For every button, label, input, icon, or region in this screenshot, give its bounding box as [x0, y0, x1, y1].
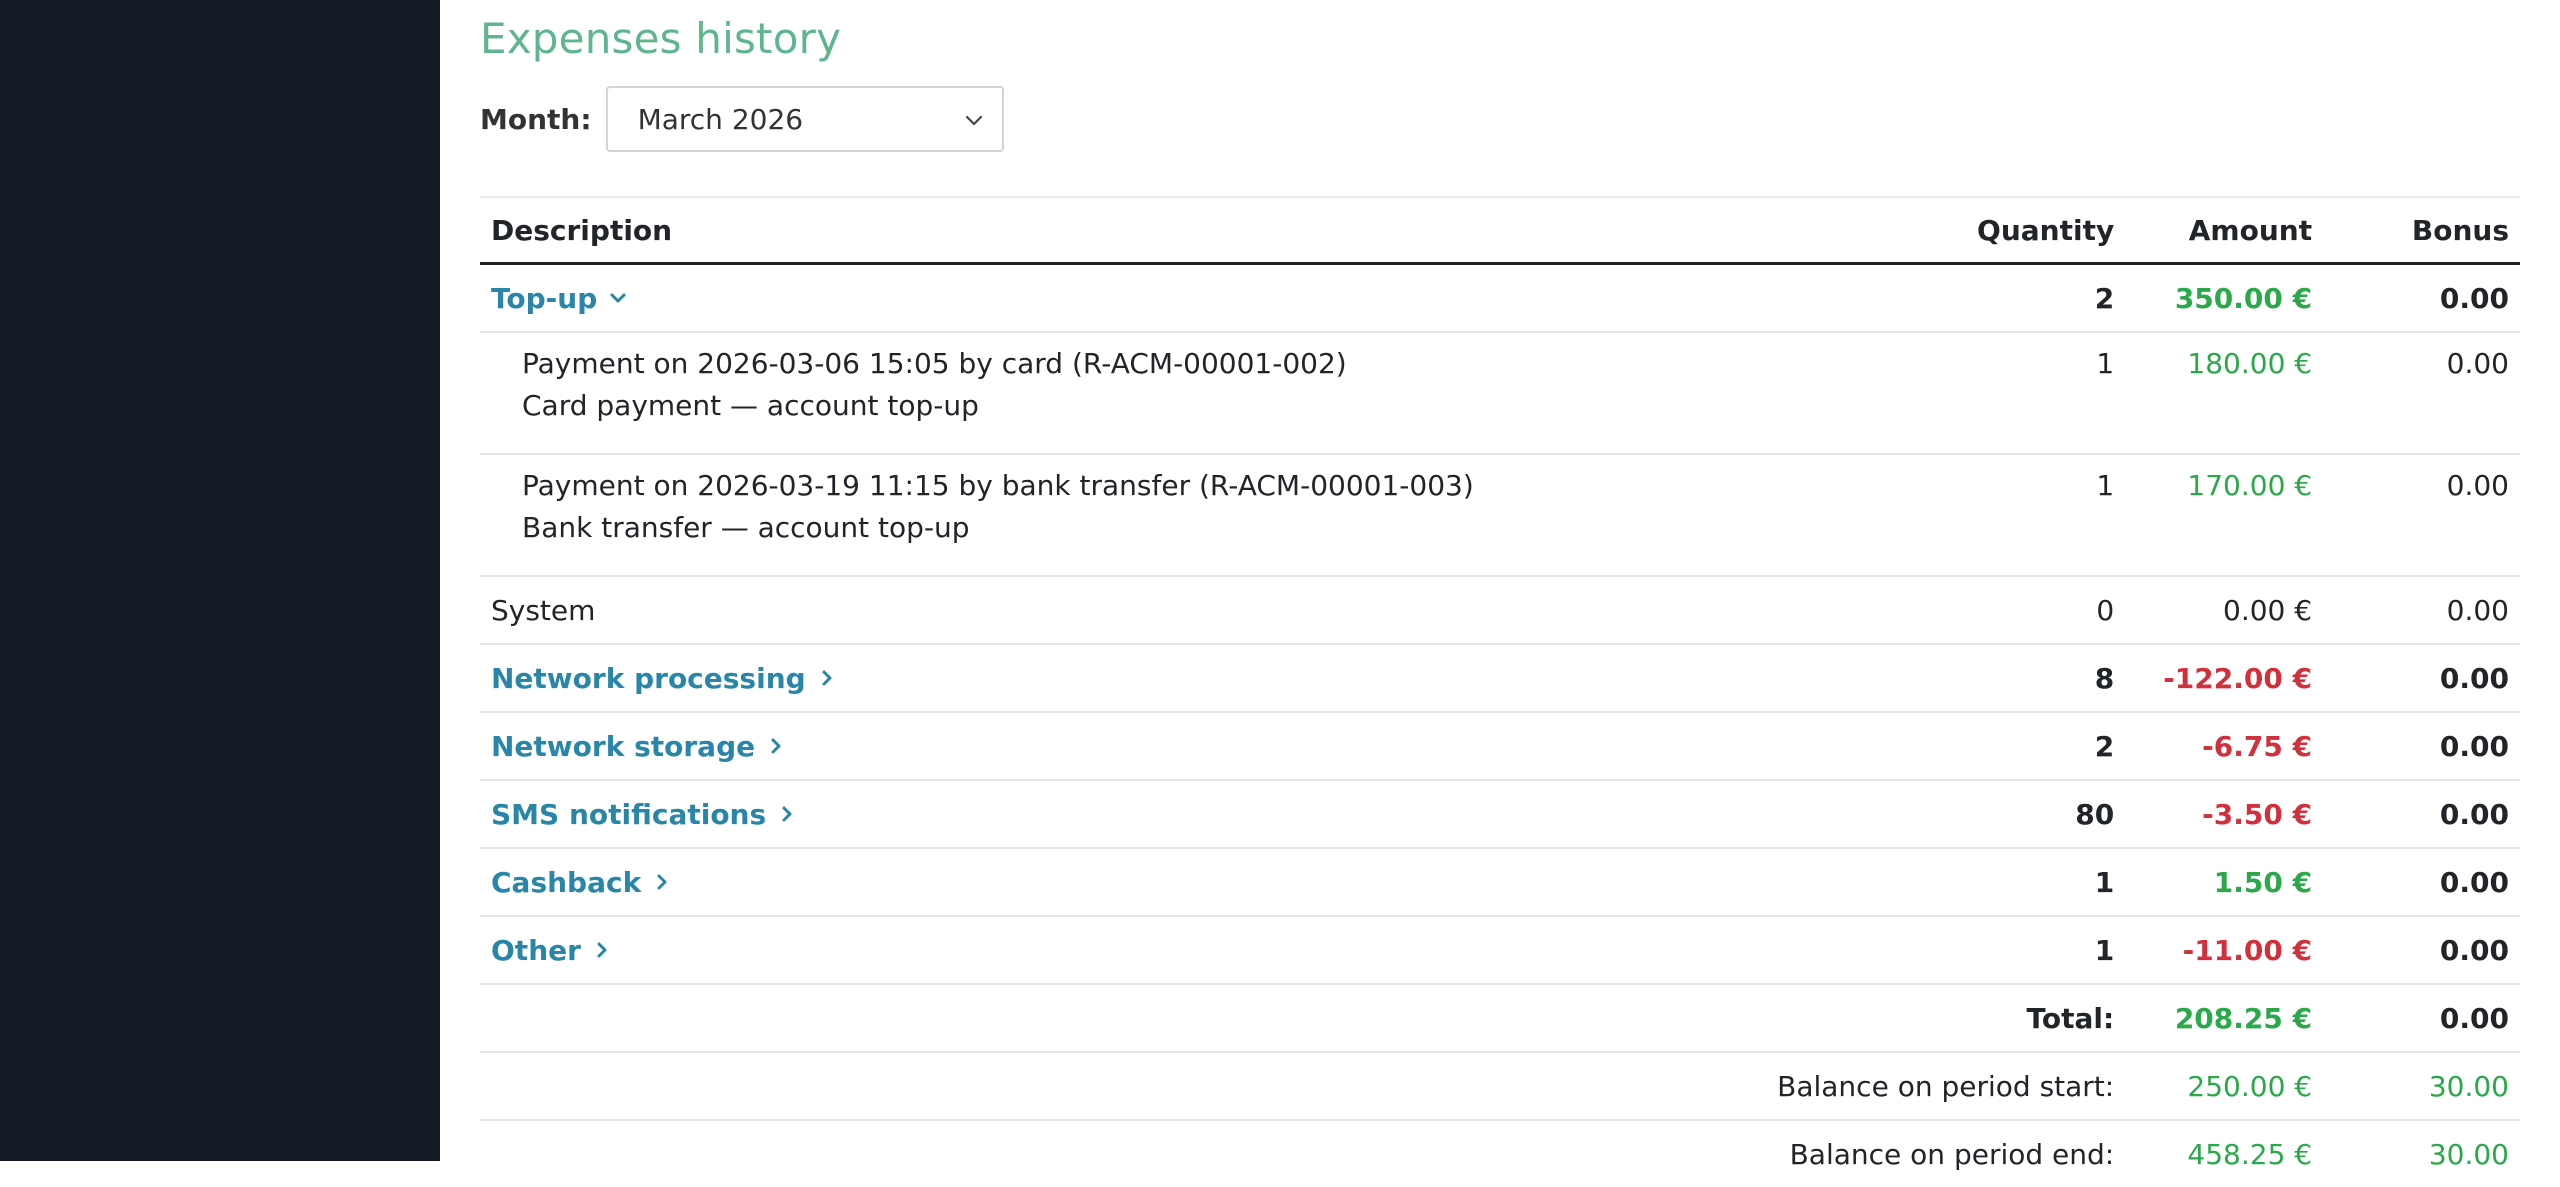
sms-notifications-amount: -3.50 €	[2125, 779, 2324, 848]
topup-quantity: 2	[1926, 262, 2126, 332]
network-storage-amount: -6.75 €	[2125, 711, 2324, 780]
sms-notifications-bonus: 0.00	[2323, 779, 2520, 848]
chevron-right-icon	[822, 670, 832, 686]
payment-title: Payment on 2026-03-19 11:15 by bank tran…	[522, 469, 1474, 502]
payment-title: Payment on 2026-03-06 15:05 by card (R-A…	[522, 347, 1347, 380]
header-amount: Amount	[2125, 196, 2324, 265]
table-row-balance-end: Balance on period end: 458.25 € 30.00	[480, 1119, 2520, 1187]
page-title: Expenses history	[480, 14, 842, 63]
expenses-table: Description Quantity Amount Bonus Top-up…	[480, 196, 2520, 1187]
table-row-network-processing: Network processing 8 -122.00 € 0.00	[480, 643, 2520, 712]
chevron-right-icon	[657, 874, 667, 890]
payment-note: Bank transfer — account top-up	[522, 511, 970, 544]
table-row-other: Other 1 -11.00 € 0.00	[480, 915, 2520, 984]
topup-toggle[interactable]: Top-up	[491, 282, 627, 315]
table-row-topup-item: Payment on 2026-03-06 15:05 by card (R-A…	[480, 331, 2520, 454]
cashback-quantity: 1	[1926, 847, 2126, 916]
topup-label: Top-up	[491, 281, 598, 315]
balance-start-label: Balance on period start:	[480, 1051, 2126, 1120]
table-row-total: Total: 208.25 € 0.00	[480, 983, 2520, 1052]
total-bonus: 0.00	[2323, 983, 2520, 1052]
topup-bonus: 0.00	[2323, 262, 2520, 332]
sidebar	[0, 0, 440, 1161]
chevron-right-icon	[771, 738, 781, 754]
table-row-network-storage: Network storage 2 -6.75 € 0.00	[480, 711, 2520, 780]
table-header-row: Description Quantity Amount Bonus	[480, 196, 2520, 265]
payment-bonus: 0.00	[2323, 331, 2520, 454]
network-processing-bonus: 0.00	[2323, 643, 2520, 712]
system-bonus: 0.00	[2323, 575, 2520, 644]
month-select[interactable]: March 2026	[605, 86, 1004, 152]
month-select-value: March 2026	[637, 102, 804, 136]
sms-notifications-quantity: 80	[1926, 779, 2126, 848]
month-label: Month:	[480, 102, 592, 136]
cashback-bonus: 0.00	[2323, 847, 2520, 916]
sms-notifications-toggle[interactable]: SMS notifications	[491, 798, 796, 831]
balance-start-bonus: 30.00	[2323, 1051, 2520, 1120]
header-quantity: Quantity	[1926, 196, 2126, 265]
network-processing-amount: -122.00 €	[2125, 643, 2324, 712]
month-filter: Month: March 2026	[480, 86, 1004, 152]
table-row-cashback: Cashback 1 1.50 € 0.00	[480, 847, 2520, 916]
other-amount: -11.00 €	[2125, 915, 2324, 984]
balance-end-amount: 458.25 €	[2125, 1119, 2324, 1187]
topup-amount: 350.00 €	[2125, 262, 2324, 332]
payment-quantity: 1	[1926, 331, 2126, 454]
other-quantity: 1	[1926, 915, 2126, 984]
total-amount: 208.25 €	[2125, 983, 2324, 1052]
balance-start-amount: 250.00 €	[2125, 1051, 2324, 1120]
system-quantity: 0	[1926, 575, 2126, 644]
cashback-toggle[interactable]: Cashback	[491, 866, 671, 899]
system-amount: 0.00 €	[2125, 575, 2324, 644]
chevron-right-icon	[597, 942, 607, 958]
payment-quantity: 1	[1926, 453, 2126, 576]
total-label: Total:	[480, 983, 2126, 1052]
table-row-topup-item: Payment on 2026-03-19 11:15 by bank tran…	[480, 453, 2520, 576]
chevron-right-icon	[782, 806, 792, 822]
table-row-balance-start: Balance on period start: 250.00 € 30.00	[480, 1051, 2520, 1120]
other-bonus: 0.00	[2323, 915, 2520, 984]
network-storage-label: Network storage	[491, 729, 756, 763]
network-processing-toggle[interactable]: Network processing	[491, 662, 836, 695]
system-label: System	[480, 575, 1927, 644]
table-row-system: System 0 0.00 € 0.00	[480, 575, 2520, 644]
network-processing-label: Network processing	[491, 661, 806, 695]
table-row-sms-notifications: SMS notifications 80 -3.50 € 0.00	[480, 779, 2520, 848]
cashback-amount: 1.50 €	[2125, 847, 2324, 916]
other-label: Other	[491, 933, 581, 967]
chevron-down-icon	[610, 293, 626, 303]
network-processing-quantity: 8	[1926, 643, 2126, 712]
other-toggle[interactable]: Other	[491, 934, 611, 967]
network-storage-quantity: 2	[1926, 711, 2126, 780]
payment-amount: 170.00 €	[2125, 453, 2324, 576]
payment-note: Card payment — account top-up	[522, 389, 979, 422]
chevron-down-icon	[965, 115, 982, 126]
cashback-label: Cashback	[491, 865, 642, 899]
network-storage-toggle[interactable]: Network storage	[491, 730, 785, 763]
header-bonus: Bonus	[2323, 196, 2520, 265]
balance-end-label: Balance on period end:	[480, 1119, 2126, 1187]
sms-notifications-label: SMS notifications	[491, 797, 767, 831]
balance-end-bonus: 30.00	[2323, 1119, 2520, 1187]
table-row-topup: Top-up 2 350.00 € 0.00	[480, 262, 2520, 332]
payment-bonus: 0.00	[2323, 453, 2520, 576]
network-storage-bonus: 0.00	[2323, 711, 2520, 780]
header-description: Description	[480, 196, 1927, 265]
payment-amount: 180.00 €	[2125, 331, 2324, 454]
